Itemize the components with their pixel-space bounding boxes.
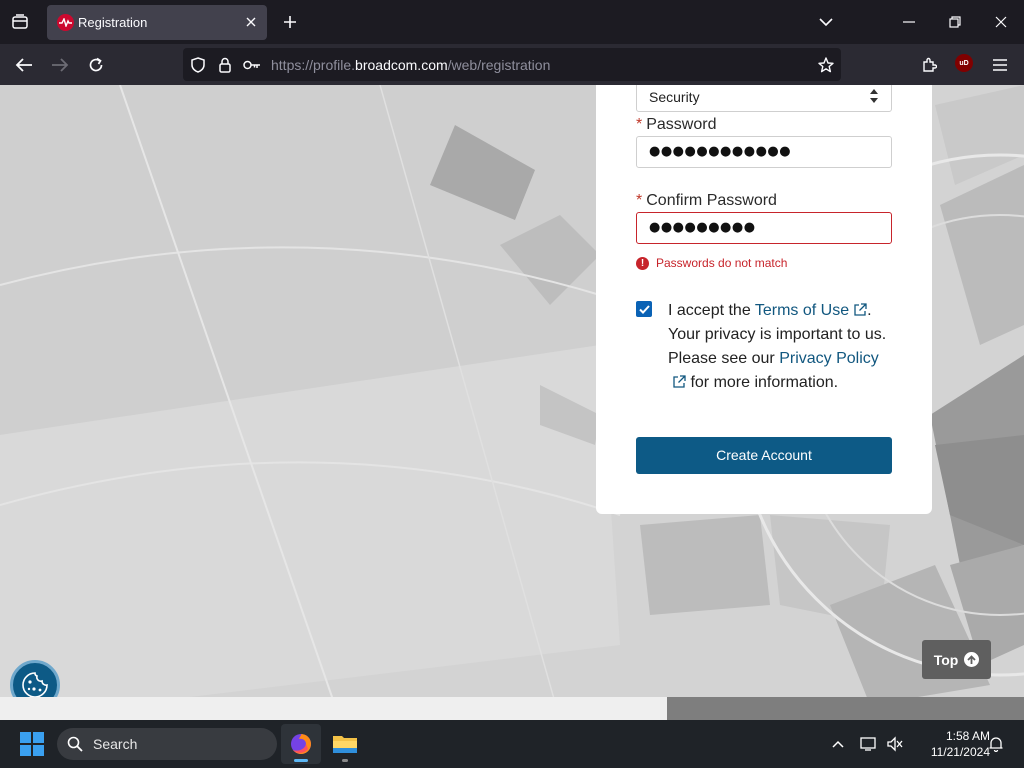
back-arrow-icon[interactable] [13, 54, 35, 76]
notification-bell-icon[interactable] [986, 734, 1006, 754]
running-app-indicator [342, 759, 348, 762]
firefox-icon [291, 734, 311, 754]
password-label: * Password [636, 116, 716, 134]
accept-terms-checkbox[interactable] [636, 301, 652, 317]
show-hidden-icons-chevron-icon[interactable] [828, 734, 848, 754]
security-select[interactable]: Security [636, 85, 892, 112]
system-clock[interactable]: 1:58 AM 11/21/2024 [910, 728, 990, 760]
list-all-tabs-chevron-icon[interactable] [816, 12, 836, 32]
network-display-icon[interactable] [859, 734, 879, 754]
required-asterisk: * [636, 192, 643, 209]
url-prefix: https://profile. [271, 57, 356, 73]
taskbar-search-box[interactable]: Search [57, 728, 277, 760]
extensions-puzzle-icon[interactable] [918, 54, 940, 76]
select-up-down-icon [870, 89, 878, 103]
url-host: broadcom.com [355, 57, 448, 73]
terms-of-use-link[interactable]: Terms of Use [755, 302, 849, 319]
bookmark-star-icon[interactable] [817, 56, 835, 74]
confirm-password-field[interactable]: ●●●●●●●●● [636, 212, 892, 244]
password-field[interactable]: ●●●●●●●●●●●● [636, 136, 892, 168]
ublock-origin-icon[interactable]: uD [955, 54, 973, 72]
tab-close-icon[interactable] [243, 14, 259, 30]
close-window-icon[interactable] [991, 12, 1011, 32]
url-bar[interactable]: https://profile.broadcom.com/web/registr… [183, 48, 841, 81]
page-viewport: Security * Password ●●●●●●●●●●●● * Confirm… [0, 85, 1024, 720]
error-alert-icon: ! [636, 257, 649, 270]
clock-time: 1:58 AM [945, 729, 990, 743]
firefox-view-icon[interactable] [8, 10, 32, 34]
tracking-protection-shield-icon[interactable] [189, 56, 207, 74]
confirm-password-label: * Confirm Password [636, 192, 777, 210]
url-path: /web/registration [447, 57, 551, 73]
privacy-policy-link[interactable]: Privacy Policy [779, 350, 879, 367]
tab-registration[interactable]: Registration [47, 5, 267, 40]
volume-muted-icon[interactable] [885, 734, 905, 754]
arrow-up-icon [964, 652, 980, 667]
required-asterisk: * [636, 116, 643, 133]
external-link-icon [854, 303, 867, 316]
clock-date: 11/21/2024 [930, 745, 990, 759]
top-button-label: Top [933, 651, 959, 668]
hamburger-menu-icon[interactable] [989, 54, 1011, 76]
folder-icon [333, 736, 357, 753]
forward-arrow-icon[interactable] [49, 54, 71, 76]
confirm-password-label-text: Confirm Password [646, 192, 777, 209]
security-select-value: Security [649, 89, 700, 105]
broadcom-favicon-icon [57, 14, 74, 31]
search-icon [67, 736, 83, 752]
url-text: https://profile.broadcom.com/web/registr… [271, 57, 550, 73]
terms-text-3: for more information. [686, 374, 839, 391]
reload-icon[interactable] [85, 54, 107, 76]
back-to-top-button[interactable]: Top [922, 640, 991, 679]
lock-icon[interactable] [216, 56, 234, 74]
restore-icon[interactable] [945, 12, 965, 32]
external-link-icon [673, 375, 686, 388]
password-label-text: Password [646, 116, 717, 133]
browser-nav-bar: https://profile.broadcom.com/web/registr… [0, 44, 1024, 85]
password-mismatch-error: Passwords do not match [656, 256, 788, 270]
terms-text: I accept the Terms of Use. Your privacy … [668, 299, 892, 395]
horizontal-scrollbar-thumb[interactable] [0, 697, 667, 720]
tab-title: Registration [78, 15, 148, 30]
taskbar-firefox[interactable] [281, 724, 321, 764]
terms-text-1: I accept the [668, 302, 755, 319]
windows-taskbar: Search 1:58 AM 11/21/2024 [0, 720, 1024, 768]
key-icon[interactable] [243, 56, 261, 74]
create-account-button[interactable]: Create Account [636, 437, 892, 474]
active-app-indicator [294, 759, 308, 762]
cookie-icon [22, 672, 48, 698]
new-tab-plus-icon[interactable] [280, 12, 300, 32]
registration-form-card: Security * Password ●●●●●●●●●●●● * Confirm… [596, 85, 932, 514]
taskbar-search-label: Search [93, 736, 138, 752]
browser-tab-bar: Registration [0, 0, 1024, 44]
taskbar-file-explorer[interactable] [325, 724, 365, 764]
checkmark-icon [638, 304, 650, 314]
minimize-icon[interactable] [899, 12, 919, 32]
windows-start-icon[interactable] [20, 732, 44, 756]
